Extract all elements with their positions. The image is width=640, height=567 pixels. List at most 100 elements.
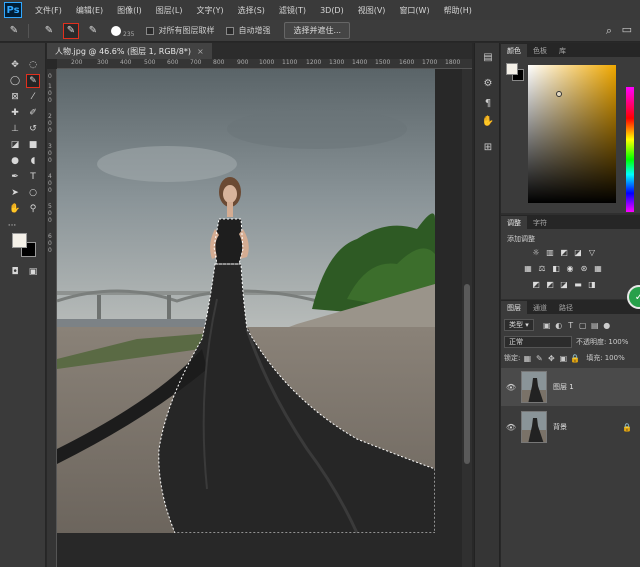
color-saturation-field[interactable] bbox=[528, 65, 616, 203]
canvas-scrollbar[interactable] bbox=[462, 69, 472, 567]
quick-selection-tool-icon[interactable]: ✎ bbox=[26, 74, 40, 88]
filter-pixel-icon[interactable]: ▣ bbox=[542, 320, 552, 330]
color-balance-icon[interactable]: ⚖ bbox=[537, 263, 547, 273]
select-and-mask-button[interactable]: 选择并遮住... bbox=[284, 22, 351, 39]
color-lookup-icon[interactable]: ▦ bbox=[593, 263, 603, 273]
canvas-area[interactable] bbox=[57, 69, 462, 567]
tab-swatches[interactable]: 色板 bbox=[527, 44, 553, 57]
black-white-icon[interactable]: ◧ bbox=[551, 263, 561, 273]
visibility-eye-icon[interactable]: 👁 bbox=[504, 383, 518, 392]
layer-name[interactable]: 背景 bbox=[553, 422, 567, 432]
pen-tool-icon[interactable]: ✒ bbox=[8, 170, 22, 184]
menu-type[interactable]: 文字(Y) bbox=[189, 5, 230, 16]
paragraph-icon[interactable]: ¶ bbox=[482, 97, 494, 109]
properties-icon[interactable]: ⚙ bbox=[482, 77, 494, 89]
tab-libraries[interactable]: 库 bbox=[553, 44, 572, 57]
layer-filter-dropdown[interactable]: 类型 ▾ bbox=[504, 319, 534, 331]
menu-filter[interactable]: 滤镜(T) bbox=[272, 5, 313, 16]
healing-brush-tool-icon[interactable]: ✚ bbox=[8, 106, 22, 120]
quick-mask-icon[interactable]: ◘ bbox=[8, 265, 22, 279]
tab-layers[interactable]: 图层 bbox=[501, 301, 527, 314]
scrollbar-thumb[interactable] bbox=[464, 284, 470, 464]
brush-tool-icon[interactable]: ✐ bbox=[26, 106, 40, 120]
lock-artboard-icon[interactable]: ▣ bbox=[558, 353, 568, 363]
brightness-icon[interactable]: ☼ bbox=[531, 247, 541, 257]
gradient-tool-icon[interactable]: ■ bbox=[26, 138, 40, 152]
filter-smart-object-icon[interactable]: ▤ bbox=[590, 320, 600, 330]
lock-brush-icon[interactable]: ✎ bbox=[534, 353, 544, 363]
opacity-value[interactable]: 100% bbox=[608, 338, 628, 346]
history-brush-tool-icon[interactable]: ↺ bbox=[26, 122, 40, 136]
menu-view[interactable]: 视图(V) bbox=[351, 5, 393, 16]
menu-help[interactable]: 帮助(H) bbox=[437, 5, 479, 16]
layer-row-background[interactable]: 👁 背景 🔒 bbox=[501, 408, 640, 446]
document-tab[interactable]: 人物.jpg @ 46.6% (图层 1, RGB/8*) × bbox=[47, 43, 212, 59]
selective-color-icon[interactable]: ◨ bbox=[587, 279, 597, 289]
move-tool-icon[interactable]: ✥ bbox=[8, 58, 22, 72]
visibility-eye-icon[interactable]: 👁 bbox=[504, 423, 518, 432]
menu-image[interactable]: 图像(I) bbox=[110, 5, 149, 16]
search-icon[interactable]: ⌕ bbox=[606, 24, 612, 38]
layer-row-layer1[interactable]: 👁 图层 1 bbox=[501, 368, 640, 406]
filter-shape-icon[interactable]: ▢ bbox=[578, 320, 588, 330]
type-tool-icon[interactable]: T bbox=[26, 170, 40, 184]
blur-tool-icon[interactable]: ● bbox=[8, 154, 22, 168]
lock-transparent-icon[interactable]: ▦ bbox=[522, 353, 532, 363]
auto-enhance-checkbox[interactable] bbox=[226, 26, 235, 35]
tool-preset-icon[interactable]: ✎ bbox=[6, 23, 22, 39]
tab-paths[interactable]: 路径 bbox=[553, 301, 579, 314]
lock-all-icon[interactable]: 🔒 bbox=[570, 353, 580, 363]
eyedropper-tool-icon[interactable]: ⁄ bbox=[26, 90, 40, 104]
lock-position-icon[interactable]: ✥ bbox=[546, 353, 556, 363]
tab-character[interactable]: 字符 bbox=[527, 216, 553, 229]
sample-all-layers-checkbox[interactable] bbox=[146, 26, 155, 35]
channel-mixer-icon[interactable]: ⊛ bbox=[579, 263, 589, 273]
menu-3d[interactable]: 3D(D) bbox=[313, 6, 351, 15]
filter-adjustment-icon[interactable]: ◐ bbox=[554, 320, 564, 330]
fill-value[interactable]: 100% bbox=[605, 354, 625, 362]
dodge-tool-icon[interactable]: ◖ bbox=[26, 154, 40, 168]
clone-stamp-tool-icon[interactable]: ⊥ bbox=[8, 122, 22, 136]
screen-mode-icon[interactable]: ▣ bbox=[26, 265, 40, 279]
lasso-tool-icon[interactable]: ◯ bbox=[8, 74, 22, 88]
gradient-map-icon[interactable]: ▬ bbox=[573, 279, 583, 289]
posterize-icon[interactable]: ◩ bbox=[545, 279, 555, 289]
tab-channels[interactable]: 通道 bbox=[527, 301, 553, 314]
tab-adjustments[interactable]: 调整 bbox=[501, 216, 527, 229]
eraser-tool-icon[interactable]: ◪ bbox=[8, 138, 22, 152]
foreground-color-swatch[interactable] bbox=[506, 63, 518, 75]
zoom-tool-icon[interactable]: ⚲ bbox=[26, 202, 40, 216]
marquee-tool-icon[interactable]: ◌ bbox=[26, 58, 40, 72]
layer-name[interactable]: 图层 1 bbox=[553, 382, 574, 392]
menu-layer[interactable]: 图层(L) bbox=[149, 5, 190, 16]
shape-tool-icon[interactable]: ○ bbox=[26, 186, 40, 200]
libraries-icon[interactable]: ⊞ bbox=[482, 141, 494, 153]
close-icon[interactable]: × bbox=[197, 47, 204, 56]
menu-select[interactable]: 选择(S) bbox=[231, 5, 272, 16]
foreground-color-swatch[interactable] bbox=[12, 233, 27, 248]
actions-icon[interactable]: ✋ bbox=[482, 115, 494, 127]
new-selection-brush-icon[interactable]: ✎ bbox=[41, 23, 57, 39]
tab-color[interactable]: 颜色 bbox=[501, 44, 527, 57]
document-image[interactable] bbox=[57, 69, 435, 533]
hand-tool-icon[interactable]: ✋ bbox=[8, 202, 22, 216]
hue-slider[interactable] bbox=[626, 87, 634, 212]
blend-mode-dropdown[interactable]: 正常 bbox=[504, 336, 572, 348]
path-selection-tool-icon[interactable]: ➤ bbox=[8, 186, 22, 200]
add-to-selection-brush-icon[interactable]: ✎ bbox=[63, 22, 79, 39]
curves-icon[interactable]: ◩ bbox=[559, 247, 569, 257]
menu-window[interactable]: 窗口(W) bbox=[392, 5, 436, 16]
levels-icon[interactable]: ▥ bbox=[545, 247, 555, 257]
exposure-icon[interactable]: ◪ bbox=[573, 247, 583, 257]
threshold-icon[interactable]: ◪ bbox=[559, 279, 569, 289]
menu-file[interactable]: 文件(F) bbox=[28, 5, 69, 16]
color-picker-cursor[interactable] bbox=[556, 91, 562, 97]
history-icon[interactable]: ▤ bbox=[482, 51, 494, 63]
more-tools-icon[interactable]: ··· bbox=[5, 219, 19, 233]
crop-tool-icon[interactable]: ⊠ bbox=[8, 90, 22, 104]
brush-preview-icon[interactable] bbox=[111, 25, 121, 36]
workspace-icon[interactable]: ▭ bbox=[622, 23, 632, 36]
subtract-selection-brush-icon[interactable]: ✎ bbox=[85, 23, 101, 39]
hue-saturation-icon[interactable]: ▦ bbox=[523, 263, 533, 273]
invert-icon[interactable]: ◩ bbox=[531, 279, 541, 289]
